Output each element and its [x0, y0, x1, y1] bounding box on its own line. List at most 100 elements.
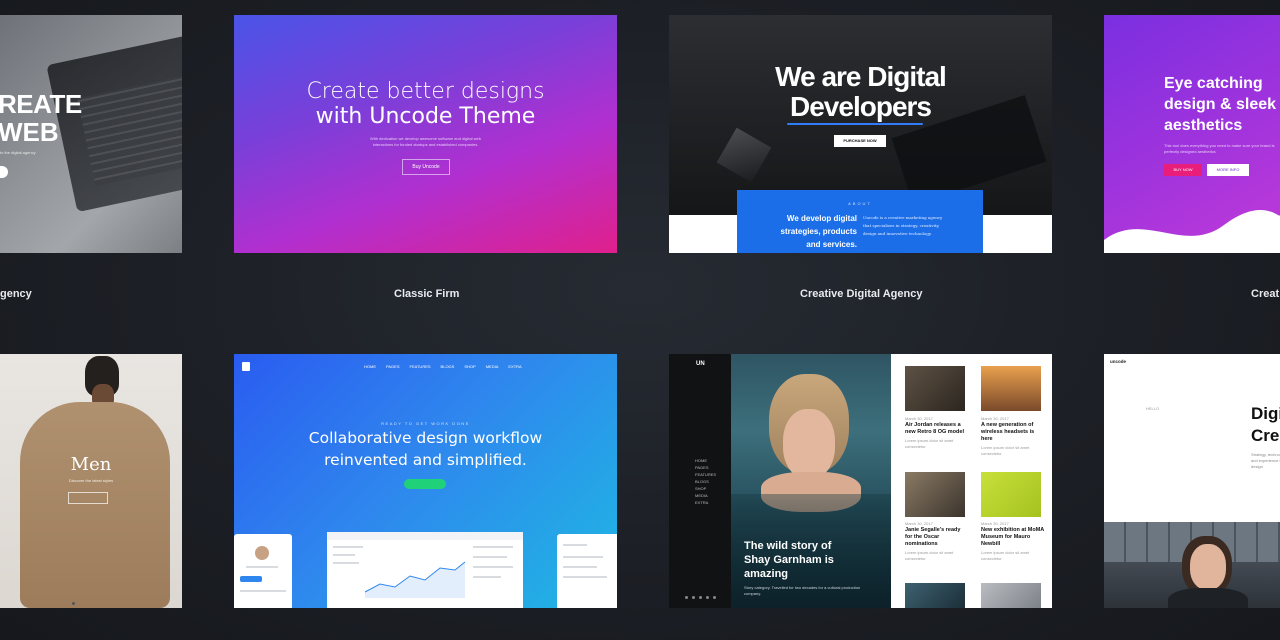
post-title[interactable]: New exhibition at MoMA Museum for Mauro …: [981, 527, 1045, 548]
shoulders-shape: [1168, 588, 1248, 608]
demo-card-creative-digital-agency[interactable]: We are Digital Developers PURCHASE NOW A…: [669, 15, 1052, 253]
feature-body: Story category. Travelled for two decade…: [744, 585, 861, 596]
line-chart-mockup: [365, 561, 465, 598]
menu-item[interactable]: MEDIA: [695, 493, 708, 499]
nav-item[interactable]: PAGES: [386, 364, 400, 370]
youtube-icon[interactable]: [713, 596, 716, 599]
panel-title-line3: and services.: [806, 240, 857, 249]
side-menu: UN HOME PAGES FEATURES BLOGS SHOP MEDIA …: [669, 354, 731, 608]
facebook-icon[interactable]: [685, 596, 688, 599]
post-thumb-3[interactable]: [905, 472, 965, 517]
site-brand[interactable]: uncode: [1110, 359, 1126, 364]
hero-headline-line2: Cre: [1251, 426, 1280, 445]
post-excerpt: Lorem ipsum dolor sit amet consectetur: [981, 445, 1030, 456]
demo-card-creative-partial[interactable]: Eye catching design & sleek aesthetics T…: [1104, 15, 1280, 253]
hero-button[interactable]: [0, 166, 8, 178]
instagram-icon[interactable]: [706, 596, 709, 599]
panel-body-line2: that specializes in strategy, creativity…: [863, 223, 940, 228]
menu-item[interactable]: BLOGS: [695, 479, 709, 485]
purchase-now-button[interactable]: PURCHASE NOW: [834, 135, 886, 147]
cta-button[interactable]: [404, 479, 446, 489]
post-thumb-2[interactable]: [981, 366, 1041, 411]
buy-uncode-button[interactable]: Buy Uncode: [402, 159, 450, 175]
mockup-dashboard: [327, 532, 523, 608]
menu-item[interactable]: PAGES: [695, 465, 709, 471]
nav-item[interactable]: SHOP: [464, 364, 475, 370]
hero-tagline: to the digital agency: [0, 150, 36, 155]
hero-headline-line1: Eye catching: [1164, 75, 1263, 92]
post-thumb-1[interactable]: [905, 366, 965, 411]
hero-headline-line1: We are Digital: [775, 61, 947, 92]
nav-item[interactable]: HOME: [364, 364, 376, 370]
demo-card-magazine[interactable]: UN HOME PAGES FEATURES BLOGS SHOP MEDIA …: [669, 354, 1052, 608]
hero-title-line1: REATE: [0, 89, 82, 119]
face-shape: [783, 409, 835, 479]
nav-item[interactable]: BLOGS: [441, 364, 455, 370]
demo-card-collaborative[interactable]: HOME PAGES FEATURES BLOGS SHOP MEDIA EXT…: [234, 354, 617, 608]
hero-headline-line2: with Uncode Theme: [315, 104, 536, 129]
feature-title-line2: Shay Garnham is: [744, 554, 834, 566]
demo-card-fashion[interactable]: Men Discover the latest styles: [0, 354, 182, 608]
hoodie-shape: [20, 402, 170, 608]
office-photo: [1104, 522, 1280, 608]
feature-title-line3: amazing: [744, 568, 789, 580]
nav-item[interactable]: FEATURES: [410, 364, 431, 370]
post-title[interactable]: Janie Segalle's ready for the Oscar nomi…: [905, 527, 967, 548]
post-thumb-4[interactable]: [981, 472, 1041, 517]
post-title[interactable]: A new generation of wireless headsets is…: [981, 422, 1045, 443]
top-nav: HOME PAGES FEATURES BLOGS SHOP MEDIA EXT…: [364, 364, 522, 370]
about-panel: ABOUT We develop digital strategies, pro…: [737, 190, 983, 253]
demo-card-creative-agency[interactable]: REATE WEB to the digital agency: [0, 15, 182, 253]
hero-body-line2: interactions for funded startups and est…: [372, 142, 479, 147]
avatar: [255, 546, 269, 560]
panel-title-line2: strategies, products: [780, 227, 857, 236]
follow-button[interactable]: [240, 576, 262, 582]
hero-headline-line1: Collaborative design workflow: [308, 429, 543, 447]
demo-label-classic-firm[interactable]: Classic Firm: [394, 288, 459, 300]
menu-item[interactable]: SHOP: [695, 486, 706, 492]
site-logo[interactable]: [242, 362, 250, 371]
underline-stroke: [787, 123, 923, 125]
panel-eyebrow: ABOUT: [848, 201, 872, 206]
feature-title-line1: The wild story of: [744, 540, 832, 552]
buy-now-button[interactable]: BUY NOW: [1164, 164, 1202, 176]
more-info-button[interactable]: MORE INFO: [1207, 164, 1249, 176]
panel-body-line1: Uncode is a creative marketing agency: [863, 215, 943, 220]
shop-button[interactable]: [68, 492, 108, 504]
hero-headline-line2: design & sleek: [1164, 96, 1277, 113]
feature-image[interactable]: The wild story of Shay Garnham is amazin…: [731, 354, 891, 608]
hero-headline-line3: aesthetics: [1164, 117, 1243, 134]
nav-item[interactable]: MEDIA: [486, 364, 499, 370]
menu-item[interactable]: FEATURES: [695, 472, 716, 478]
demo-card-digital-creative[interactable]: uncode HELLO Digi Cre Strategy, technolo…: [1104, 354, 1280, 608]
menu-item[interactable]: HOME: [695, 458, 707, 464]
scroll-dot: [72, 602, 75, 605]
hero-body: Strategy, technology and experience in d…: [1251, 452, 1280, 469]
hero-headline-line2: reinvented and simplified.: [324, 451, 527, 469]
mockup-profile-card: [234, 534, 292, 608]
demo-label-creative-digital-agency[interactable]: Creative Digital Agency: [800, 288, 922, 300]
mockup-sidebar-panel: [557, 534, 617, 608]
hero-title-line2: WEB: [0, 117, 59, 147]
pinterest-icon[interactable]: [699, 596, 702, 599]
twitter-icon[interactable]: [692, 596, 695, 599]
demo-label-col1[interactable]: gency: [0, 288, 32, 300]
site-logo[interactable]: UN: [696, 361, 705, 367]
post-excerpt: Lorem ipsum dolor sit amet consectetur: [905, 550, 954, 561]
hello-label: HELLO: [1146, 406, 1160, 411]
wave-shape: [1104, 209, 1280, 253]
panel-body-line3: design and innovative technology.: [863, 231, 932, 236]
demo-label-col4[interactable]: Creat: [1251, 288, 1279, 300]
post-title[interactable]: Air Jordan releases a new Retro 8 OG mod…: [905, 422, 967, 436]
panel-title-line1: We develop digital: [786, 214, 857, 223]
demo-card-classic-firm[interactable]: Create better designs with Uncode Theme …: [234, 15, 617, 253]
post-thumb-6[interactable]: [981, 583, 1041, 608]
post-thumb-5[interactable]: [905, 583, 965, 608]
nav-item[interactable]: EXTRA: [508, 364, 521, 370]
category-title: Men: [70, 454, 112, 475]
face-shape: [1190, 544, 1226, 590]
category-subtitle: Discover the latest styles: [68, 478, 114, 483]
hero-headline-line2: Developers: [790, 91, 932, 122]
hero-eyebrow: READY TO GET WORK DONE: [381, 421, 470, 426]
menu-item[interactable]: EXTRA: [695, 500, 708, 506]
